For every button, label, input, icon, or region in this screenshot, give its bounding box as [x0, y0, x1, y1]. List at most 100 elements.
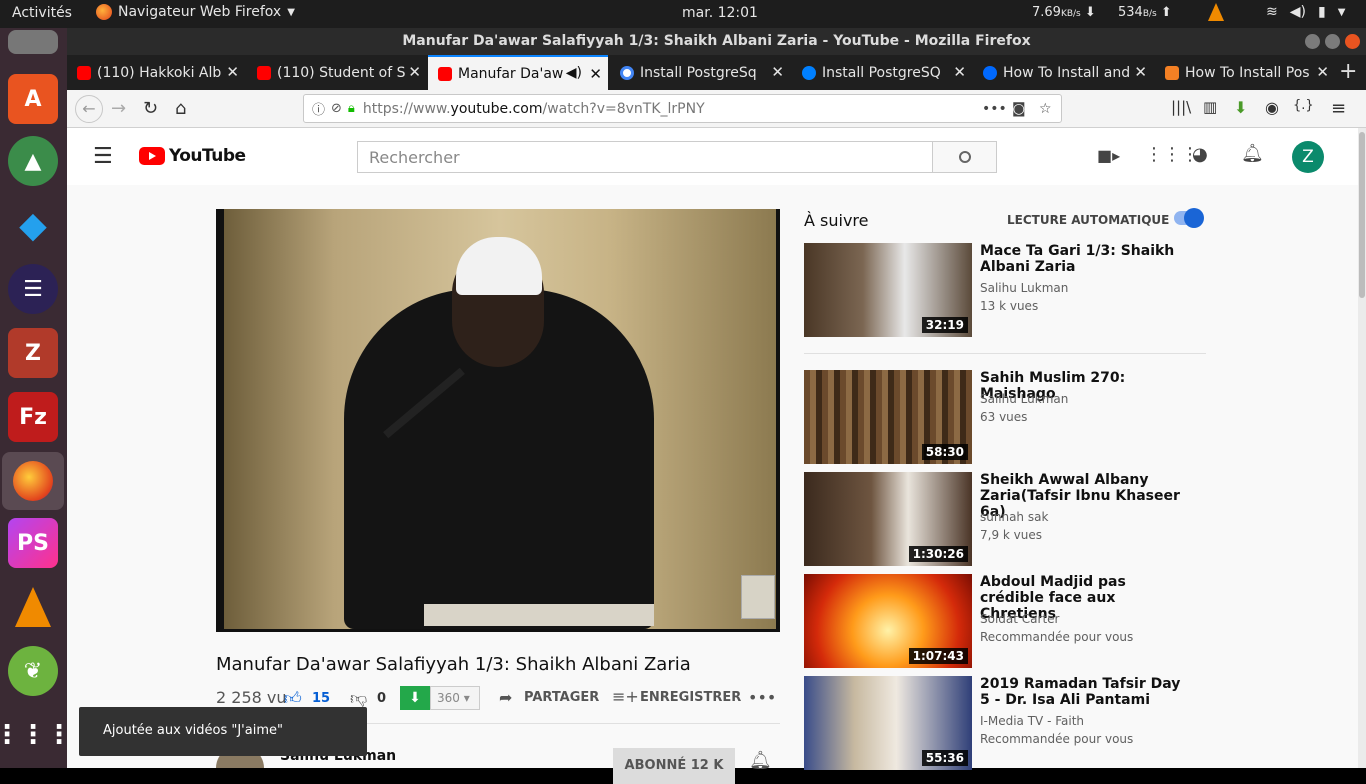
system-tray[interactable]: ≋ ◀) ▮ ▼ [1208, 3, 1345, 21]
close-tab-icon[interactable]: ✕ [1134, 63, 1147, 81]
suggestion-item[interactable]: 55:36 2019 Ramadan Tafsir Day 5 - Dr. Is… [804, 676, 1204, 771]
guide-menu-icon[interactable]: ☰ [93, 144, 113, 169]
suggestion-channel[interactable]: sunnah sak [980, 510, 1048, 524]
video-frame[interactable] [224, 209, 776, 629]
page-actions-button[interactable]: ••• [982, 101, 1007, 117]
maximize-button[interactable] [1325, 34, 1340, 49]
autoplay-blocked-icon[interactable]: ⊘ [331, 101, 342, 116]
more-actions-button[interactable]: ••• [748, 688, 776, 707]
json-ext-icon[interactable]: {.} [1293, 98, 1314, 113]
subscribe-button[interactable]: ABONNÉ 12 K [613, 748, 735, 784]
back-button[interactable]: ← [75, 95, 103, 123]
like-button[interactable]: 👍︎ [284, 688, 302, 709]
suggestion-title[interactable]: Mace Ta Gari 1/3: Shaikh Albani Zaria [980, 243, 1190, 275]
close-tab-icon[interactable]: ✕ [226, 63, 239, 81]
share-button[interactable]: PARTAGER [524, 690, 599, 705]
new-tab-button[interactable]: + [1339, 59, 1357, 84]
suggestion-item[interactable]: 1:07:43 Abdoul Madjid pas crédible face … [804, 574, 1204, 669]
messages-icon[interactable]: ◕ [1192, 144, 1208, 165]
dislike-button[interactable]: 👎︎ [350, 688, 367, 709]
minimize-button[interactable] [1305, 34, 1320, 49]
autoplay-toggle[interactable] [1174, 208, 1204, 228]
volume-icon[interactable]: ◀) [1290, 4, 1306, 20]
library-icon[interactable]: |||\ [1171, 98, 1191, 116]
clock[interactable]: mar. 12:01 [682, 5, 758, 21]
tab-youtube-2[interactable]: (110) Student of S ✕ [247, 55, 427, 90]
hamburger-menu-icon[interactable]: ≡ [1331, 98, 1346, 119]
search-button[interactable] [932, 141, 997, 173]
tab-howto-2[interactable]: How To Install Pos ✕ [1155, 55, 1335, 90]
app-menu[interactable]: Navigateur Web Firefox ▼ [96, 4, 295, 20]
close-tab-icon[interactable]: ✕ [1316, 63, 1329, 81]
tab-active-video[interactable]: Manufar Da'aw ◀) ✕ [428, 55, 608, 90]
android-studio-icon[interactable]: ▲ [8, 136, 58, 186]
suggestion-channel[interactable]: I-Media TV - Faith [980, 714, 1084, 728]
vlc-icon[interactable] [8, 582, 58, 632]
download-helper-icon[interactable]: ⬇ [1234, 98, 1247, 117]
phpstorm-icon[interactable]: PS [8, 518, 58, 568]
tab-youtube-1[interactable]: (110) Hakkoki Alb ✕ [67, 55, 245, 90]
tab-postgres-google[interactable]: Install PostgreSq ✕ [610, 55, 790, 90]
info-icon[interactable]: ⓘ [312, 99, 325, 118]
close-tab-icon[interactable]: ✕ [408, 63, 421, 81]
pocket-icon[interactable]: ◙ [1012, 101, 1026, 117]
close-tab-icon[interactable]: ✕ [953, 63, 966, 81]
eclipse-icon[interactable]: ☰ [8, 264, 58, 314]
activities-button[interactable]: Activités [12, 5, 72, 21]
tab-postgres-do[interactable]: Install PostgreSQ ✕ [792, 55, 972, 90]
speaker-icon[interactable]: ◀) [566, 65, 582, 81]
drive-icon[interactable] [8, 30, 58, 54]
home-button[interactable]: ⌂ [175, 98, 186, 119]
download-quality-select[interactable]: 360 ▾ [430, 686, 480, 710]
close-tab-icon[interactable]: ✕ [589, 65, 602, 83]
share-icon[interactable]: ➦ [499, 688, 512, 707]
suggestion-channel[interactable]: Soldat Carter [980, 612, 1059, 626]
video-player[interactable] [216, 209, 780, 632]
download-button[interactable]: ⬇ [400, 686, 430, 710]
youtube-logo[interactable]: YouTube [139, 146, 246, 166]
suggestion-channel[interactable]: Salihu Lukman [980, 392, 1068, 406]
lock-icon[interactable]: 🔒︎ [348, 101, 355, 116]
duration-badge: 55:36 [921, 750, 968, 766]
wifi-icon[interactable]: ≋ [1266, 4, 1278, 20]
save-playlist-icon[interactable]: ≡+ [612, 687, 639, 706]
close-tab-icon[interactable]: ✕ [771, 63, 784, 81]
suggestion-thumbnail[interactable]: 55:36 [804, 676, 972, 770]
account-icon[interactable]: ◉ [1265, 98, 1279, 117]
suggestion-item[interactable]: 58:30 Sahih Muslim 270: Maishago Salihu … [804, 370, 1204, 465]
show-apps-icon[interactable]: ⋮⋮⋮ [0, 710, 72, 760]
avatar[interactable]: Z [1292, 141, 1324, 173]
notifications-bell-icon[interactable]: 🔔︎ [1241, 143, 1264, 164]
zotero-icon[interactable]: Z [8, 328, 58, 378]
suggestion-channel[interactable]: Salihu Lukman [980, 281, 1068, 295]
vlc-tray-icon[interactable] [1208, 3, 1224, 21]
battery-icon[interactable]: ▮ [1318, 4, 1326, 20]
up-next-heading: À suivre [804, 211, 869, 230]
reload-button[interactable]: ↻ [143, 98, 158, 119]
firefox-dock-icon[interactable] [2, 452, 64, 510]
create-video-icon[interactable]: ■▸ [1097, 146, 1120, 165]
vscode-icon[interactable]: ◆ [8, 200, 58, 250]
suggestion-thumbnail[interactable]: 1:30:26 [804, 472, 972, 566]
save-button[interactable]: ENREGISTRER [640, 690, 741, 705]
page-scrollbar[interactable] [1358, 128, 1366, 768]
tab-howto-1[interactable]: How To Install and ✕ [973, 55, 1153, 90]
suggestion-thumbnail[interactable]: 1:07:43 [804, 574, 972, 668]
suggestion-title[interactable]: 2019 Ramadan Tafsir Day 5 - Dr. Isa Ali … [980, 676, 1190, 708]
filezilla-icon[interactable]: Fz [8, 392, 58, 442]
search-input[interactable]: Rechercher [357, 141, 933, 173]
url-bar[interactable]: ⓘ ⊘ 🔒︎ https://www.youtube.com/watch?v=8… [303, 94, 1062, 123]
apps-grid-icon[interactable]: ⋮⋮⋮ [1145, 144, 1199, 165]
bookmark-star-icon[interactable]: ☆ [1039, 101, 1052, 117]
spring-tool-icon[interactable]: ❦ [8, 646, 58, 696]
scrollbar-thumb[interactable] [1359, 132, 1365, 298]
suggestion-item[interactable]: 1:30:26 Sheikh Awwal Albany Zaria(Tafsir… [804, 472, 1204, 567]
forward-button[interactable]: → [111, 98, 126, 119]
suggestion-thumbnail[interactable]: 58:30 [804, 370, 972, 464]
sidebar-icon[interactable]: ▥ [1203, 98, 1217, 116]
suggestion-thumbnail[interactable]: 32:19 [804, 243, 972, 337]
suggestion-item[interactable]: 32:19 Mace Ta Gari 1/3: Shaikh Albani Za… [804, 243, 1204, 338]
software-center-icon[interactable]: A [8, 74, 58, 124]
power-menu-icon[interactable]: ▼ [1338, 7, 1346, 18]
close-window-button[interactable] [1345, 34, 1360, 49]
